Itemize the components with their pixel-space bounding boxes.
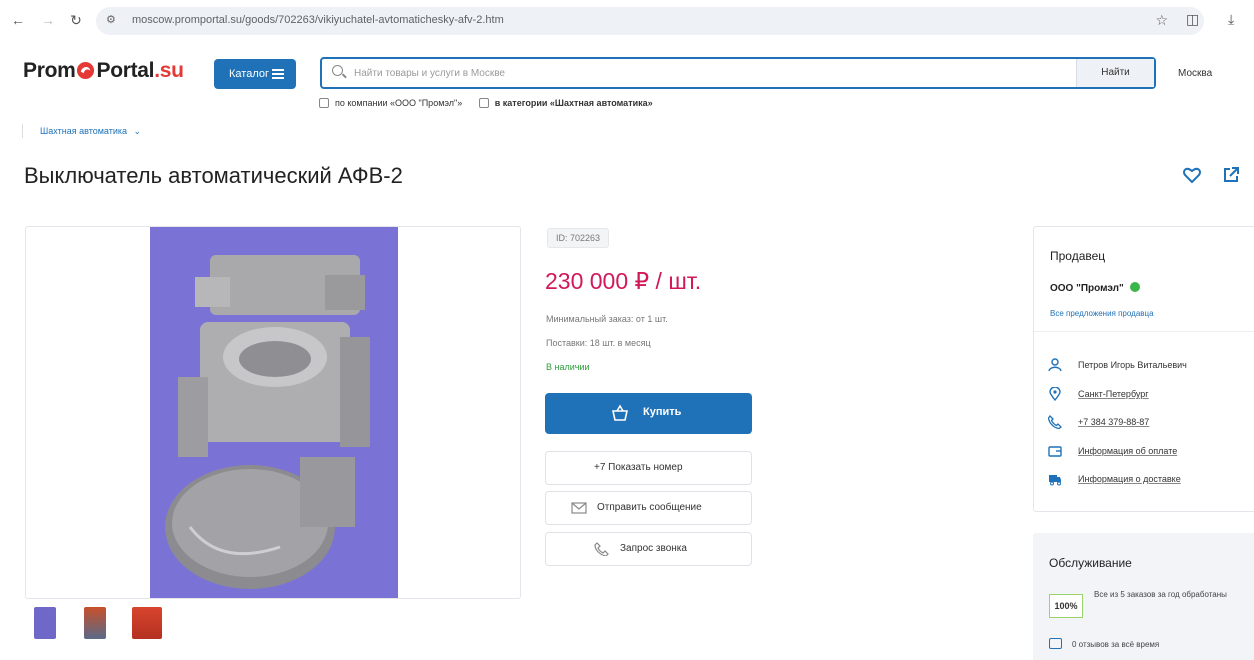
- seller-name-text: ООО "Промэл": [1050, 283, 1124, 294]
- send-message-button[interactable]: Отправить сообщение: [545, 491, 752, 525]
- verified-shield-icon: [1129, 282, 1140, 292]
- seller-heading: Продавец: [1050, 249, 1106, 263]
- seller-card: Продавец ООО "Промэл" Все предложения пр…: [1033, 226, 1254, 512]
- breadcrumb-divider: [22, 124, 23, 138]
- service-heading: Обслуживание: [1049, 556, 1132, 570]
- checkbox-icon[interactable]: [478, 98, 489, 108]
- comment-icon: [1049, 638, 1062, 649]
- callback-request-label: Запрос звонка: [620, 543, 687, 554]
- send-message-label: Отправить сообщение: [597, 502, 702, 513]
- seller-phone-link[interactable]: +7 384 379-88-87: [1078, 417, 1149, 427]
- search-box: Найти: [320, 57, 1156, 89]
- divider: [1034, 331, 1254, 332]
- supply-volume: Поставки: 18 шт. в месяц: [546, 338, 651, 348]
- logo-text-su: .su: [154, 59, 184, 82]
- bookmark-star-icon[interactable]: ☆: [1155, 12, 1168, 29]
- catalog-button[interactable]: Каталог: [214, 59, 296, 89]
- thumbnail[interactable]: [84, 607, 106, 639]
- product-gallery[interactable]: [25, 226, 521, 599]
- site-logo[interactable]: Prom Portal.su: [23, 59, 184, 83]
- product-id-badge: ID: 702263: [547, 228, 610, 248]
- truck-icon: [1049, 475, 1061, 486]
- logo-text-portal: Portal: [96, 59, 155, 82]
- product-photo: [150, 227, 398, 598]
- search-input[interactable]: [354, 65, 1054, 81]
- processed-orders-text: Все из 5 заказов за год обработаны: [1094, 590, 1227, 599]
- logo-text-prom: Prom: [23, 59, 76, 82]
- search-filters: по компании «ООО "Промэл"» в категории «…: [319, 98, 667, 108]
- show-phone-label: +7 Показать номер: [594, 462, 683, 473]
- delivery-info-link[interactable]: Информация о доставке: [1078, 474, 1181, 484]
- card-icon: [1048, 446, 1062, 457]
- back-icon[interactable]: ←: [10, 12, 26, 28]
- filter-category[interactable]: в категории «Шахтная автоматика»: [478, 98, 653, 108]
- search-button[interactable]: Найти: [1076, 59, 1154, 87]
- seller-name[interactable]: ООО "Промэл": [1050, 282, 1140, 294]
- breadcrumb[interactable]: Шахтная автоматика ⌄: [40, 126, 141, 137]
- service-card: Обслуживание 100% Все из 5 заказов за го…: [1033, 533, 1254, 660]
- stock-status: В наличии: [546, 362, 590, 372]
- page-title: Выключатель автоматический АФВ-2: [24, 163, 403, 188]
- city-selector[interactable]: Москва: [1178, 68, 1212, 79]
- search-icon: [332, 65, 343, 76]
- chevron-down-icon: ⌄: [133, 126, 142, 136]
- price: 230 000 ₽ / шт.: [545, 268, 702, 294]
- menu-icon: [272, 69, 284, 79]
- site-settings-icon[interactable]: ⚙: [106, 13, 116, 26]
- show-phone-button[interactable]: +7 Показать номер: [545, 451, 752, 485]
- callback-request-button[interactable]: Запрос звонка: [545, 532, 752, 566]
- filter-category-label: в категории «Шахтная автоматика»: [494, 98, 653, 108]
- buy-button-label: Купить: [643, 406, 682, 418]
- checkbox-icon[interactable]: [319, 98, 329, 108]
- phone-icon: [1048, 415, 1062, 429]
- breadcrumb-item: Шахтная автоматика: [40, 126, 128, 136]
- heart-icon[interactable]: [1182, 165, 1202, 185]
- url-text: moscow.promportal.su/goods/702263/vikiyu…: [132, 14, 504, 26]
- filter-company[interactable]: по компании «ООО "Промэл"»: [319, 98, 462, 108]
- download-icon[interactable]: ⤓: [1228, 11, 1234, 28]
- reviews-text: 0 отзывов за всё время: [1072, 640, 1160, 649]
- processed-percent-badge: 100%: [1049, 594, 1083, 618]
- logo-mark-icon: [77, 61, 95, 80]
- catalog-button-label: Каталог: [229, 68, 269, 80]
- browser-toolbar: ← → ↻ ⚙ moscow.promportal.su/goods/70226…: [0, 0, 1254, 42]
- reload-icon[interactable]: ↻: [68, 12, 84, 28]
- phone-callback-icon: [594, 542, 609, 556]
- min-order: Минимальный заказ: от 1 шт.: [546, 314, 668, 324]
- person-icon: [1048, 358, 1062, 372]
- location-pin-icon: [1049, 387, 1061, 401]
- forward-icon[interactable]: →: [40, 12, 56, 28]
- reviews-summary[interactable]: 0 отзывов за всё время: [1049, 638, 1159, 649]
- envelope-icon: [571, 502, 587, 514]
- payment-info-link[interactable]: Информация об оплате: [1078, 446, 1177, 456]
- basket-icon: [612, 404, 628, 421]
- seller-city-link[interactable]: Санкт-Петербург: [1078, 389, 1149, 399]
- seller-contact-name: Петров Игорь Витальевич: [1078, 360, 1187, 370]
- buy-button[interactable]: Купить: [545, 393, 752, 434]
- address-bar[interactable]: ⚙ moscow.promportal.su/goods/702263/viki…: [96, 7, 1204, 35]
- filter-company-label: по компании «ООО "Промэл"»: [335, 98, 463, 108]
- share-icon[interactable]: [1221, 165, 1241, 185]
- seller-all-offers-link[interactable]: Все предложения продавца: [1050, 309, 1154, 318]
- thumbnail[interactable]: [34, 607, 56, 639]
- extensions-icon[interactable]: ◫: [1186, 11, 1199, 28]
- thumbnail[interactable]: [132, 607, 162, 639]
